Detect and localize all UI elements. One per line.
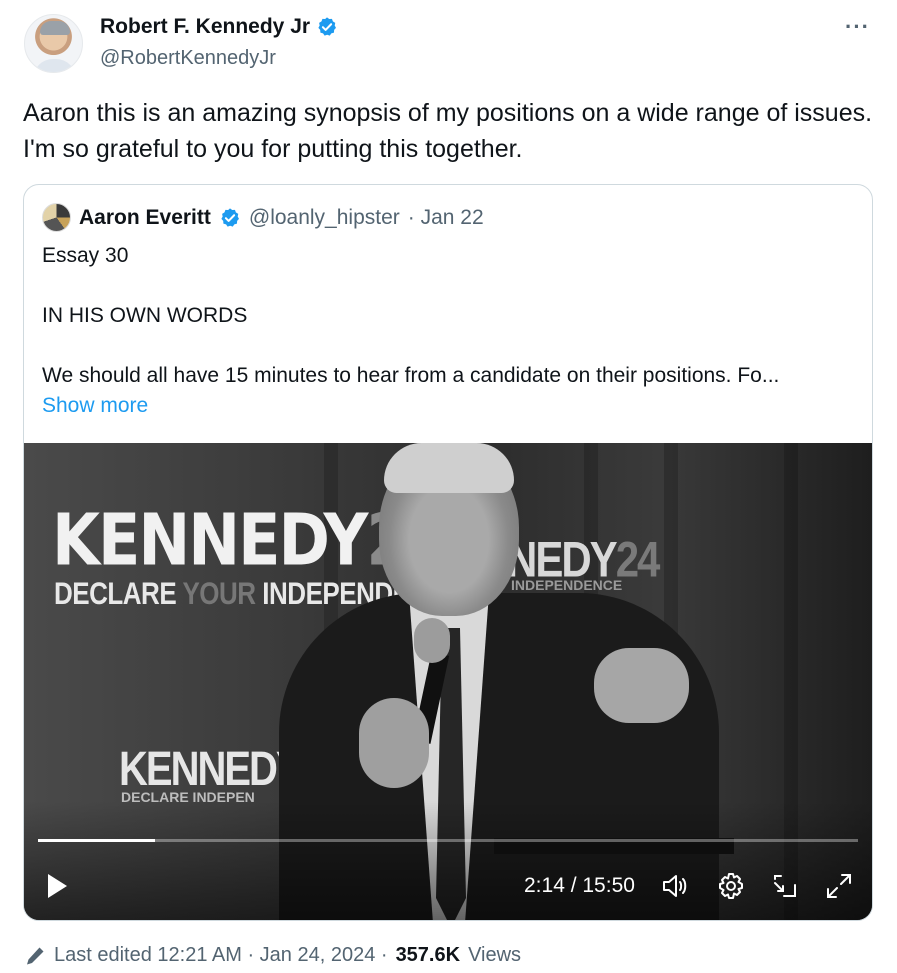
last-edited-label[interactable]: Last edited 12:21 AM · Jan 24, 2024 ·	[54, 944, 388, 967]
tweet-header: Robert F. Kennedy Jr @RobertKennedyJr ··…	[24, 14, 874, 76]
author-display-name[interactable]: Robert F. Kennedy Jr	[100, 15, 310, 39]
verified-badge-icon	[318, 17, 337, 36]
avatar-shirt	[33, 59, 76, 72]
play-icon[interactable]	[46, 873, 68, 899]
picture-in-picture-icon[interactable]	[770, 871, 800, 901]
volume-icon[interactable]	[660, 871, 690, 901]
quoted-verified-badge-icon	[221, 207, 239, 227]
speaker-hand-right	[594, 648, 689, 723]
speaker-hand-left	[359, 698, 429, 788]
speaker-hair	[384, 443, 514, 493]
quoted-author-handle[interactable]: @loanly_hipster	[249, 206, 400, 230]
campaign-sign-back-slogan: INDEPENDENCE	[511, 577, 623, 593]
settings-gear-icon[interactable]	[716, 871, 746, 901]
views-label: Views	[468, 944, 522, 966]
views-count: 357.6K	[395, 944, 461, 966]
video-progress-bar[interactable]	[38, 839, 858, 842]
microphone	[414, 618, 450, 663]
quoted-author-name[interactable]: Aaron Everitt	[79, 206, 211, 230]
quoted-tweet-date[interactable]: · Jan 22	[408, 206, 484, 230]
tweet-footer: Last edited 12:21 AM · Jan 24, 2024 · 35…	[24, 944, 521, 967]
more-options-icon[interactable]: ···	[845, 14, 870, 40]
author-avatar[interactable]	[24, 14, 83, 73]
fullscreen-icon[interactable]	[824, 871, 854, 901]
video-player[interactable]: KENNEDY24 DECLARE YOUR INDEPENDENCE NEDY…	[24, 443, 872, 920]
quoted-line: We should all have 15 minutes to hear fr…	[42, 364, 780, 387]
avatar-hair	[40, 21, 70, 35]
quoted-tweet-body: Essay 30 IN HIS OWN WORDS We should all …	[42, 241, 854, 421]
author-handle[interactable]: @RobertKennedyJr	[100, 47, 276, 70]
quoted-tweet-header: Aaron Everitt @loanly_hipster · Jan 22	[42, 203, 484, 232]
quoted-author-avatar[interactable]	[42, 203, 71, 232]
author-name-row: Robert F. Kennedy Jr	[100, 15, 338, 39]
video-time: 2:14 / 15:50	[524, 874, 635, 897]
quoted-line: Essay 30	[42, 244, 129, 267]
video-controls: 2:14 / 15:50	[24, 863, 872, 913]
edit-pencil-icon	[27, 947, 44, 964]
quoted-tweet-card[interactable]: Aaron Everitt @loanly_hipster · Jan 22 E…	[23, 184, 873, 921]
tweet-text: Aaron this is an amazing synopsis of my …	[23, 99, 873, 163]
show-more-link[interactable]: Show more	[42, 391, 854, 421]
quoted-line: IN HIS OWN WORDS	[42, 304, 248, 327]
video-progress-fill	[38, 839, 156, 842]
